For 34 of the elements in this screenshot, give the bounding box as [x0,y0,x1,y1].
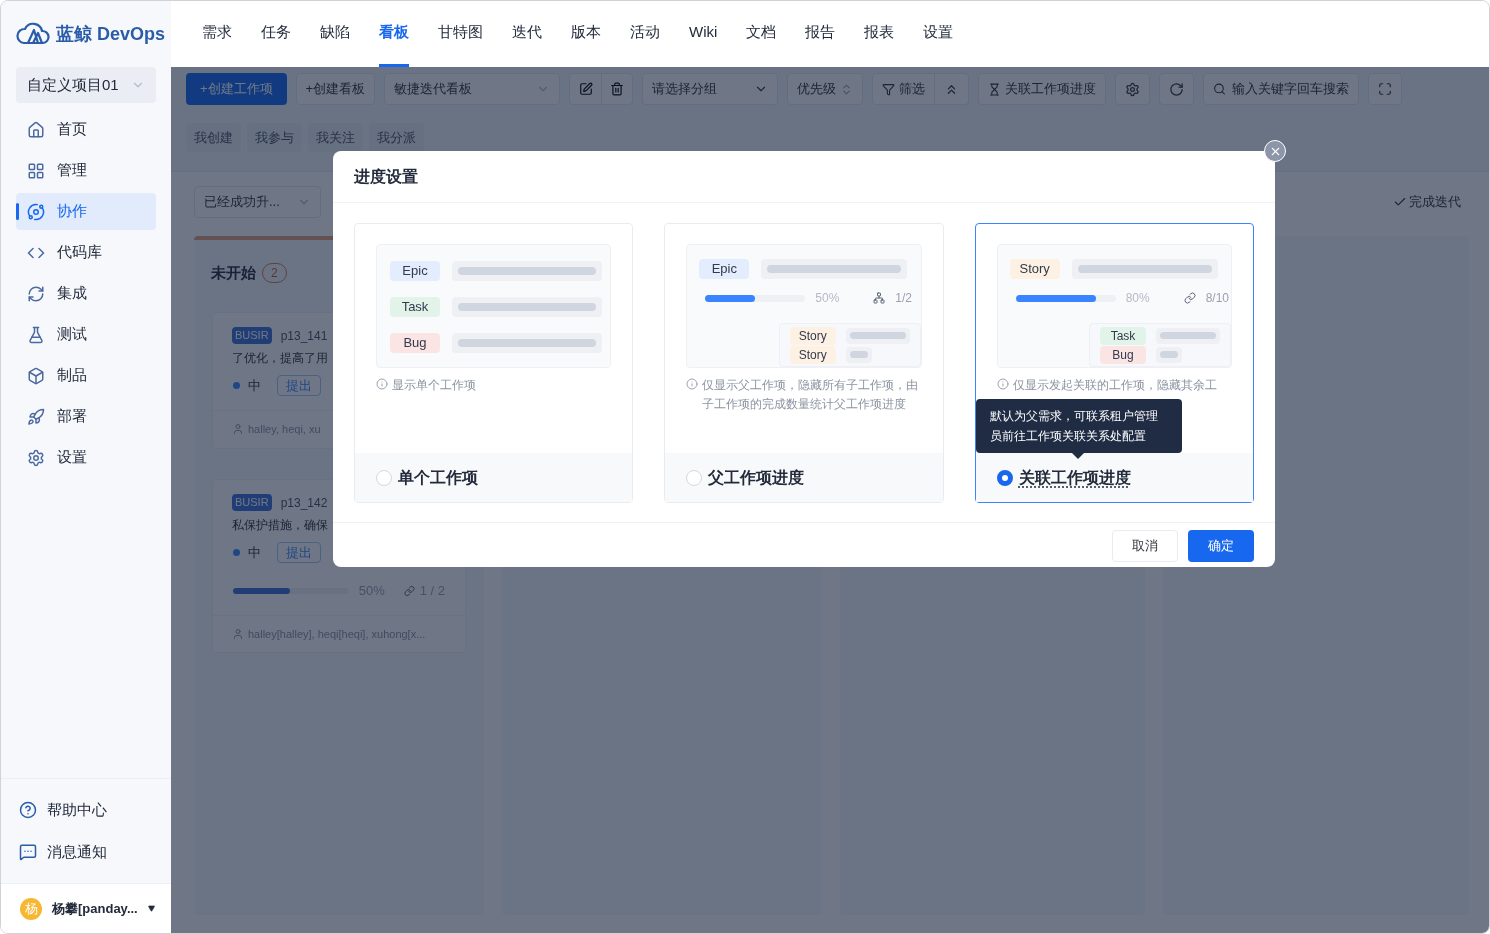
option-description: 仅显示发起关联的工作项，隐藏其余工 [1012,377,1217,394]
progress-percent: 50% [815,290,841,307]
option-description: 仅显示父工作项，隐藏所有子工作项，由子工作项的完成数量统计父工作项进度 [702,377,920,413]
option-label: 单个工作项 [398,467,478,488]
progress-count: 1/2 [895,290,912,307]
type-tag: Task [390,297,440,317]
user-avatar: 杨 [20,897,42,920]
dialog-title: 进度设置 [333,151,1275,203]
progress-count: 8/10 [1205,290,1229,307]
type-tag: BUSIR [232,327,272,344]
item-summary: 了优化，提高了用 [231,349,329,367]
priority-label: 中 [248,543,261,562]
type-tag: Story [789,326,836,345]
type-tag: Epic [390,261,440,281]
logo-text: 蓝鲸 DevOps [56,22,166,46]
tooltip: 默认为父需求，可联系租户管理员前往工作项关联关系处配置 [975,399,1182,453]
item-id: p13_141 [280,327,328,345]
progress-percent: 80% [1125,290,1151,307]
item-id: p13_142 [280,494,328,512]
column-title: 未开始 [211,263,256,283]
status-tag: 提出 [277,541,321,563]
type-tag: Epic [699,259,750,279]
type-tag: Bug [1100,345,1146,364]
item-summary: 私保护措施，确保 [231,516,329,534]
type-tag: Story [789,345,836,364]
type-tag: Story [1009,259,1060,279]
priority-label: 中 [248,376,261,395]
option-label: 父工作项进度 [708,467,805,488]
option-label: 关联工作项进度 [1018,467,1131,488]
option-description: 显示单个工作项 [392,377,476,394]
type-tag: Task [1100,326,1146,345]
type-tag: Bug [390,333,440,353]
type-tag: BUSIR [232,494,272,511]
status-tag: 提出 [277,374,321,396]
